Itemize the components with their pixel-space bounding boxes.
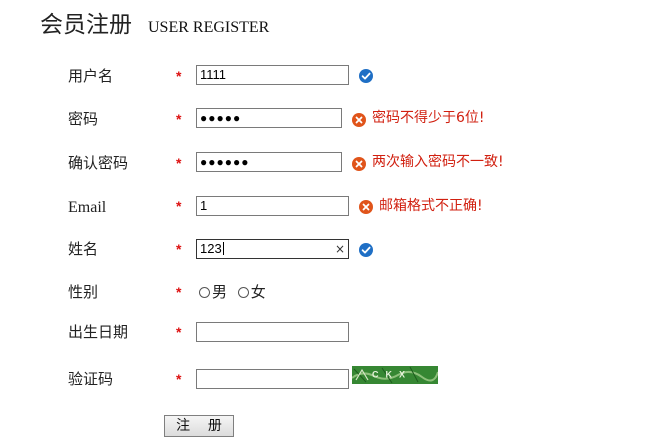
page-subtitle: USER REGISTER (148, 19, 270, 36)
captcha-label: 验证码 (68, 370, 114, 388)
gender-option-male-label: 男 (212, 283, 228, 301)
email-value: 1 (200, 198, 208, 213)
register-submit-button[interactable]: 注 册 (164, 415, 234, 437)
required-marker: * (176, 241, 182, 257)
confirm-password-masked-value: ●●●●●● (200, 155, 250, 169)
error-circle-icon (352, 113, 366, 127)
password-label: 密码 (68, 110, 99, 128)
check-circle-icon (359, 69, 373, 83)
confirm-password-label: 确认密码 (68, 154, 129, 172)
gender-label: 性别 (68, 283, 99, 301)
gender-radio-group: 男 女 (199, 282, 272, 302)
gender-radio-male[interactable] (199, 287, 210, 298)
birthdate-input[interactable] (196, 322, 349, 342)
check-circle-icon (359, 243, 373, 257)
password-error-message: 密码不得少于6位! (372, 110, 485, 126)
required-marker: * (176, 111, 182, 127)
required-marker: * (176, 371, 182, 387)
name-label: 姓名 (68, 240, 99, 258)
email-error-message: 邮箱格式不正确! (379, 198, 483, 214)
username-input[interactable]: 1111 (196, 65, 349, 85)
confirm-password-error-message: 两次输入密码不一致! (372, 154, 504, 170)
captcha-text: CKX (372, 369, 412, 379)
password-input[interactable]: ●●●●● (196, 108, 342, 128)
error-circle-icon (359, 200, 373, 214)
clear-input-icon[interactable]: × (335, 240, 345, 258)
username-label: 用户名 (68, 67, 114, 85)
required-marker: * (176, 198, 182, 214)
gender-option-female-label: 女 (250, 283, 266, 301)
email-label: Email (68, 199, 107, 216)
required-marker: * (176, 68, 182, 84)
page-title: 会员注册 (40, 12, 132, 38)
birthdate-label: 出生日期 (68, 323, 129, 341)
confirm-password-input[interactable]: ●●●●●● (196, 152, 342, 172)
username-value: 1111 (200, 67, 227, 82)
captcha-image[interactable]: CKX (352, 366, 438, 384)
email-input[interactable]: 1 (196, 196, 349, 216)
password-masked-value: ●●●●● (200, 111, 242, 125)
name-input[interactable]: 123 × (196, 239, 349, 259)
gender-radio-female[interactable] (237, 287, 249, 298)
text-caret (222, 242, 224, 255)
required-marker: * (176, 284, 182, 300)
captcha-input[interactable] (196, 369, 349, 389)
error-circle-icon (352, 157, 366, 171)
required-marker: * (176, 155, 182, 171)
name-value: 123 (200, 241, 222, 256)
required-marker: * (176, 324, 182, 340)
